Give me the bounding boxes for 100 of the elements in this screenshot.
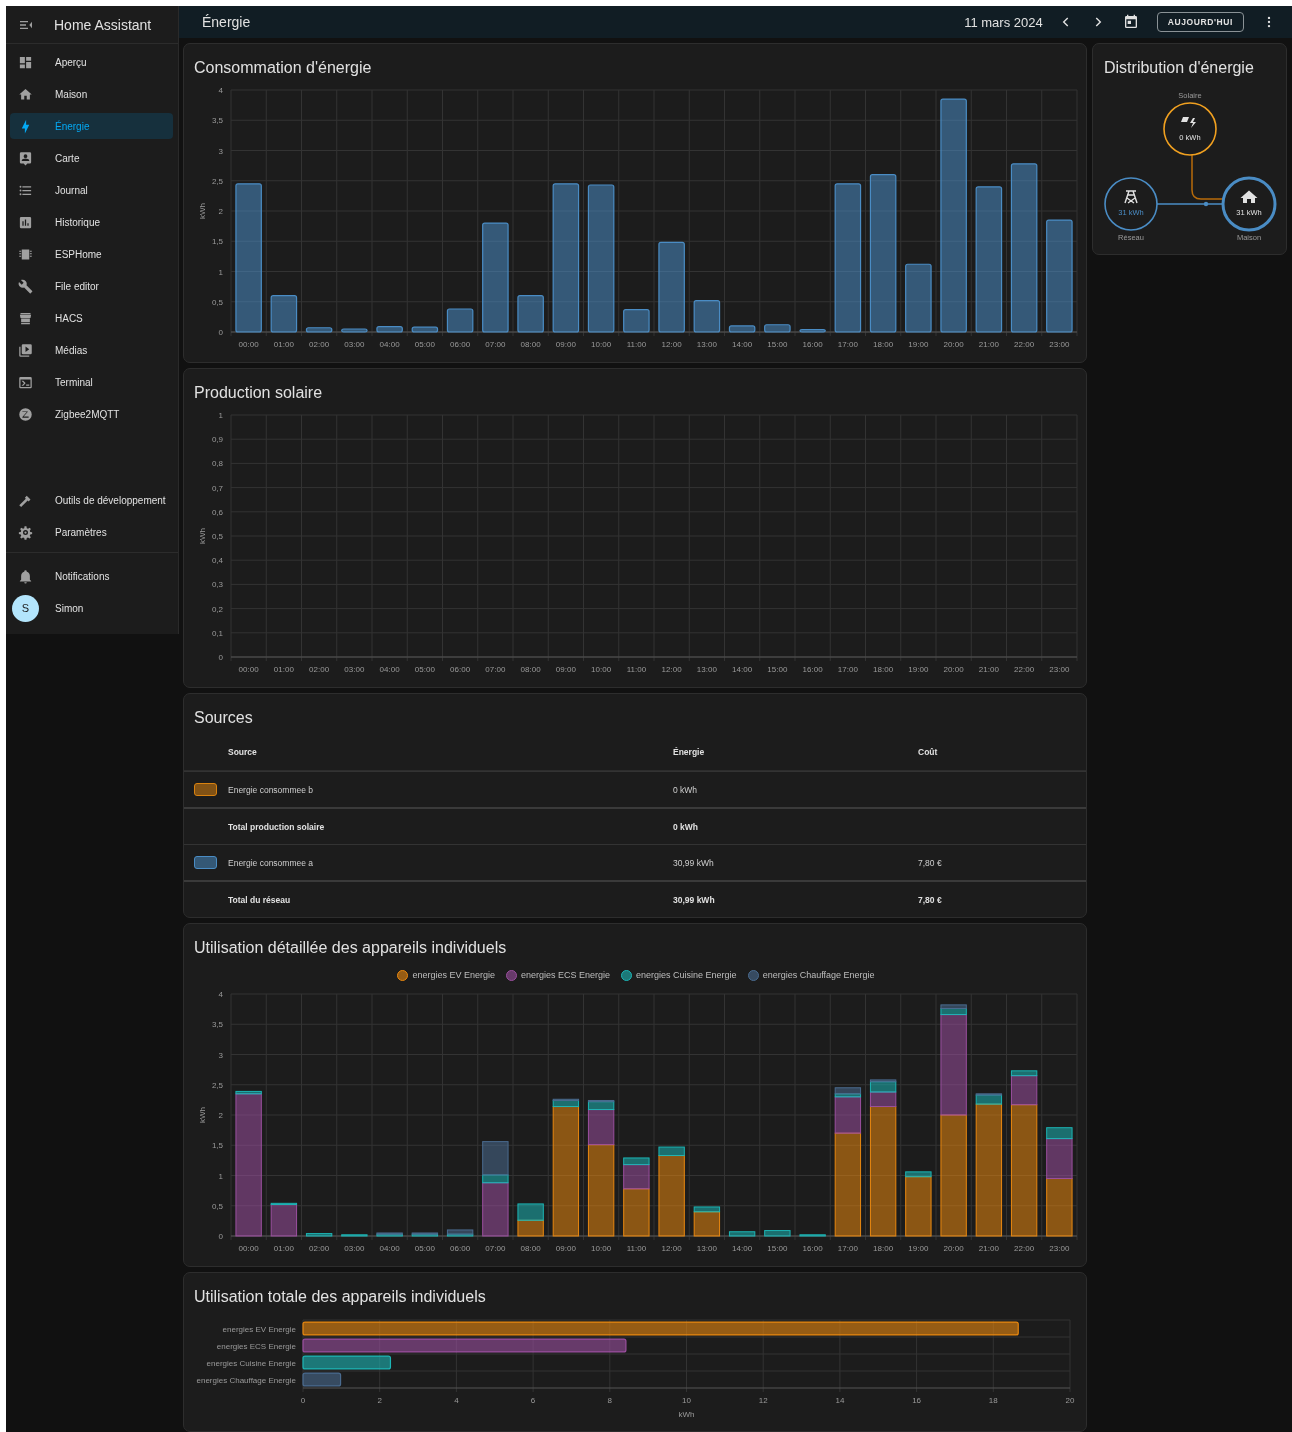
- axis-tick-label: 3: [218, 1050, 223, 1060]
- axis-tick-label: 1: [218, 267, 223, 277]
- axis-tick-label: 23:00: [1049, 340, 1070, 349]
- axis-tick-label: 06:00: [450, 1244, 471, 1253]
- axis-tick-label: 20:00: [943, 665, 964, 674]
- axis-tick-label: 02:00: [309, 665, 330, 674]
- bar-segment: [728, 1231, 756, 1237]
- sidebar-item[interactable]: Paramètres: [10, 519, 173, 545]
- sidebar-item[interactable]: ESPHome: [10, 241, 173, 267]
- axis-tick-label: 00:00: [238, 665, 259, 674]
- sidebar-item[interactable]: Historique: [10, 209, 173, 235]
- sidebar-item-icon: [18, 342, 33, 358]
- axis-tick-label: 15:00: [767, 340, 788, 349]
- sidebar-item[interactable]: Aperçu: [10, 49, 173, 75]
- sidebar-item[interactable]: Terminal: [10, 369, 173, 395]
- column-header: Source: [228, 747, 258, 757]
- axis-tick-label: 0,2: [211, 604, 223, 614]
- sidebar-item-icon: [18, 54, 33, 70]
- axis-tick-label: 11:00: [626, 1244, 647, 1253]
- axis-tick-label: 08:00: [520, 1244, 541, 1253]
- card-title: Consommation d'énergie: [194, 58, 373, 78]
- table-cell-text: 30,99 kWh: [673, 857, 715, 868]
- sidebar-item[interactable]: Maison: [10, 81, 173, 107]
- axis-tick-label: 08:00: [520, 340, 541, 349]
- sidebar-item[interactable]: Médias: [10, 337, 173, 363]
- bar: [693, 299, 721, 333]
- axis-tick-label: 0,5: [211, 297, 223, 307]
- axis-tick-label: 19:00: [908, 1244, 929, 1253]
- axis-tick-label: 3,5: [211, 116, 223, 126]
- grid-node[interactable]: [1104, 177, 1158, 231]
- axis-tick-label: 0,8: [211, 459, 223, 469]
- axis-tick-label: 11:00: [626, 340, 647, 349]
- axis-tick-label: energies Chauffage Energie: [196, 1375, 296, 1385]
- axis-tick-label: 19:00: [908, 340, 929, 349]
- axis-tick-label: 03:00: [344, 340, 365, 349]
- flow-line: [1191, 154, 1225, 200]
- card-title: Utilisation détaillée des appareils individuels: [194, 938, 508, 958]
- bar: [270, 295, 298, 333]
- axis-tick-label: 12:00: [661, 665, 682, 674]
- legend-item[interactable]: energies EV Energie: [397, 969, 495, 981]
- table-cell-text: 0 kWh: [673, 784, 699, 795]
- card-title: Sources: [193, 708, 254, 728]
- sidebar-item[interactable]: Notifications: [10, 563, 173, 589]
- axis-tick-label: 0,7: [211, 483, 223, 493]
- axis-tick-label: 14: [835, 1396, 845, 1405]
- legend-item[interactable]: energies Cuisine Energie: [621, 969, 737, 981]
- axis-tick-label: 07:00: [485, 1244, 506, 1253]
- axis-title: kWh: [198, 203, 207, 219]
- app-title: Home Assistant: [54, 16, 152, 33]
- axis-tick-label: 16:00: [802, 340, 823, 349]
- bar: [728, 325, 756, 333]
- sidebar-item[interactable]: Outils de développement: [10, 487, 173, 513]
- axis-tick-label: 0,3: [211, 580, 223, 590]
- flow-dot: [1203, 201, 1209, 207]
- bar: [799, 328, 826, 333]
- home-icon: [1240, 190, 1258, 203]
- sidebar-item[interactable]: Journal: [10, 177, 173, 203]
- bar: [302, 1372, 342, 1387]
- bar-segment: [341, 1234, 368, 1237]
- axis-tick-label: 2: [218, 1111, 223, 1120]
- axis-tick-label: 1: [218, 411, 223, 420]
- axis-tick-label: 0,6: [211, 507, 223, 517]
- axis-tick-label: 17:00: [837, 665, 858, 674]
- legend-item[interactable]: energies ECS Energie: [506, 969, 611, 981]
- page-title: Énergie: [202, 14, 252, 30]
- axis-tick-label: 02:00: [309, 340, 330, 349]
- axis-tick-label: 16: [912, 1396, 922, 1405]
- axis-tick-label: 21:00: [978, 1244, 999, 1253]
- sidebar-item[interactable]: Carte: [10, 145, 173, 171]
- table-cell-text: 30,99 kWh: [673, 894, 716, 905]
- sidebar-item[interactable]: File editor: [10, 273, 173, 299]
- sidebar-item[interactable]: HACS: [10, 305, 173, 331]
- calendar-icon[interactable]: [1122, 14, 1139, 30]
- axis-tick-label: 13:00: [696, 665, 717, 674]
- axis-tick-label: 0,4: [211, 556, 223, 566]
- bell-icon: [18, 568, 33, 584]
- sidebar-item[interactable]: Énergie: [10, 113, 173, 139]
- card-title: Distribution d'énergie: [1103, 58, 1255, 78]
- axis-tick-label: 1: [218, 1171, 223, 1181]
- axis-tick-label: 15:00: [767, 665, 788, 674]
- axis-tick-label: energies ECS Energie: [216, 1341, 296, 1351]
- axis-tick-label: 23:00: [1049, 1244, 1070, 1253]
- axis-tick-label: 20:00: [943, 1244, 964, 1253]
- home-node[interactable]: [1221, 176, 1277, 232]
- today-button[interactable]: AUJOURD'HUI: [1156, 12, 1244, 32]
- column-header: Énergie: [673, 747, 706, 757]
- axis-tick-label: 4: [218, 990, 223, 999]
- table-cell-text: 7,80 €: [918, 894, 943, 905]
- legend-item[interactable]: energies Chauffage Energie: [747, 969, 875, 981]
- axis-tick-label: 11:00: [626, 665, 647, 674]
- axis-tick-label: 18:00: [873, 1244, 894, 1253]
- solar-node[interactable]: [1163, 102, 1217, 156]
- sidebar-item[interactable]: Zigbee2MQTT: [10, 401, 173, 427]
- sidebar-item-icon: [18, 86, 33, 102]
- sidebar-item-icon: [18, 278, 33, 294]
- axis-title: kWh: [198, 528, 207, 544]
- axis-tick-label: 17:00: [837, 1244, 858, 1253]
- axis-tick-label: 2: [218, 207, 223, 216]
- column-header: Coût: [918, 747, 939, 757]
- sidebar-item[interactable]: S Simon: [10, 595, 173, 621]
